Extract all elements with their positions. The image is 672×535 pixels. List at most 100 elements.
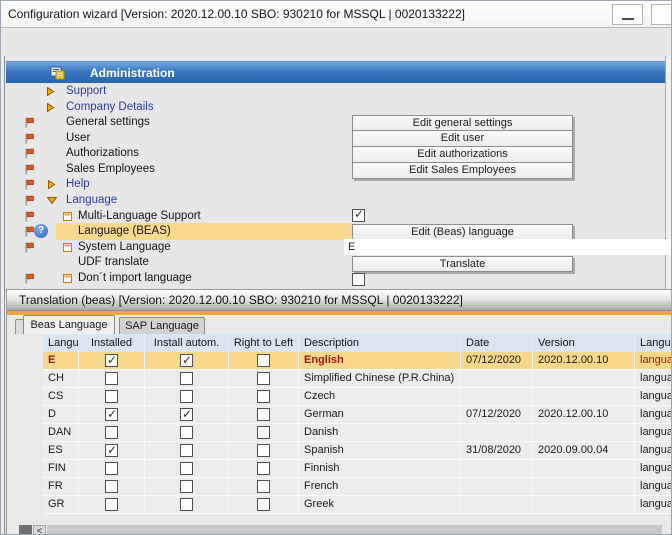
tree-item-label: Authorizations	[66, 147, 139, 159]
checkbox[interactable]	[105, 390, 118, 403]
tree-item-company-details[interactable]: Company Details	[6, 100, 665, 116]
checkbox[interactable]: ✓	[105, 408, 118, 421]
checkbox[interactable]	[257, 372, 270, 385]
cell-installed[interactable]	[79, 370, 145, 387]
chevron-right-icon[interactable]	[46, 103, 55, 115]
cell-installed[interactable]	[79, 460, 145, 477]
column-header-installed[interactable]: Installed	[79, 334, 145, 352]
checkbox[interactable]	[105, 426, 118, 439]
table-row-fr[interactable]: FRFrenchlanguage	[43, 478, 672, 496]
table-row-es[interactable]: ES✓Spanish31/08/20202020.09.00.04languag…	[43, 442, 672, 460]
window-button-clipped[interactable]	[651, 4, 672, 25]
checkbox[interactable]: ✓	[180, 354, 193, 367]
tab-sap-language[interactable]: SAP Language	[119, 317, 205, 334]
edit-authorizations-button[interactable]: Edit authorizations	[352, 147, 573, 163]
checkbox[interactable]	[257, 408, 270, 421]
checkbox[interactable]	[105, 372, 118, 385]
cell-right-to-left[interactable]	[229, 370, 299, 387]
checkbox[interactable]	[180, 372, 193, 385]
cell-install-autom[interactable]	[145, 442, 229, 459]
table-row-d[interactable]: D✓✓German07/12/20202020.12.00.10language	[43, 406, 672, 424]
column-header-language[interactable]: Language	[43, 334, 79, 352]
chevron-right-icon[interactable]	[47, 180, 56, 192]
chevron-right-icon[interactable]	[46, 87, 55, 99]
multi-language-support-checkbox[interactable]: ✓	[352, 209, 365, 222]
tree-item-label: Language	[66, 194, 117, 206]
checkbox[interactable]: ✓	[180, 408, 193, 421]
edit-beas-language-button[interactable]: Edit (Beas) language	[352, 224, 573, 240]
cell-right-to-left[interactable]	[229, 424, 299, 441]
cell-install-autom[interactable]	[145, 424, 229, 441]
cell-install-autom[interactable]	[145, 370, 229, 387]
cell-installed[interactable]: ✓	[79, 352, 145, 369]
checkbox[interactable]	[257, 354, 270, 367]
edit-sales-employees-button[interactable]: Edit Sales Employees	[352, 163, 573, 179]
checkbox[interactable]: ✓	[105, 354, 118, 367]
tree-item-don-t-import-language[interactable]: Don´t import language	[6, 271, 665, 287]
checkbox[interactable]	[257, 462, 270, 475]
table-row-ch[interactable]: CHSimplified Chinese (P.R.China)language	[43, 370, 672, 388]
tree-root-administration[interactable]: Administration	[6, 61, 665, 83]
checkbox[interactable]	[180, 462, 193, 475]
checkbox[interactable]	[105, 480, 118, 493]
tree-item-help[interactable]: Help	[6, 177, 665, 193]
minimize-button[interactable]	[612, 4, 643, 25]
cell-installed[interactable]	[79, 496, 145, 513]
checkbox[interactable]	[180, 480, 193, 493]
checkbox[interactable]	[257, 390, 270, 403]
column-header-date[interactable]: Date	[461, 334, 533, 352]
checkbox[interactable]	[105, 462, 118, 475]
cell-right-to-left[interactable]	[229, 442, 299, 459]
table-row-fin[interactable]: FINFinnishlanguage	[43, 460, 672, 478]
table-row-cs[interactable]: CSCzechlanguage	[43, 388, 672, 406]
cell-installed[interactable]	[79, 388, 145, 405]
column-header-install-autom[interactable]: Install autom.	[145, 334, 229, 352]
cell-right-to-left[interactable]	[229, 352, 299, 369]
tree-item-language[interactable]: Language	[6, 193, 665, 209]
checkbox[interactable]	[105, 498, 118, 511]
edit-user-button[interactable]: Edit user	[352, 131, 573, 147]
checkbox[interactable]	[180, 498, 193, 511]
checkbox[interactable]	[180, 390, 193, 403]
cell-install-autom[interactable]: ✓	[145, 406, 229, 423]
cell-right-to-left[interactable]	[229, 388, 299, 405]
window-titlebar[interactable]: Configuration wizard [Version: 2020.12.0…	[0, 0, 672, 28]
table-row-dan[interactable]: DANDanishlanguage	[43, 424, 672, 442]
table-row-e[interactable]: E✓✓English07/12/20202020.12.00.10languag…	[43, 352, 672, 370]
checkbox[interactable]	[180, 426, 193, 439]
cell-install-autom[interactable]	[145, 460, 229, 477]
checkbox[interactable]	[257, 426, 270, 439]
column-header-right-to-left[interactable]: Right to Left	[229, 334, 299, 352]
translate-button[interactable]: Translate	[352, 256, 573, 272]
scrollbar-corner[interactable]	[19, 525, 32, 535]
scroll-left-button[interactable]: <	[33, 525, 46, 535]
system-language-input[interactable]: E	[344, 239, 672, 255]
cell-install-autom[interactable]	[145, 478, 229, 495]
horizontal-scrollbar[interactable]	[47, 525, 662, 535]
cell-install-autom[interactable]	[145, 388, 229, 405]
cell-installed[interactable]	[79, 478, 145, 495]
cell-right-to-left[interactable]	[229, 496, 299, 513]
cell-right-to-left[interactable]	[229, 460, 299, 477]
tab-beas-language[interactable]: Beas Language	[23, 315, 115, 334]
cell-installed[interactable]	[79, 424, 145, 441]
column-header-language[interactable]: Language	[635, 334, 672, 352]
dont-import-language-checkbox[interactable]	[352, 273, 365, 286]
column-header-version[interactable]: Version	[533, 334, 635, 352]
cell-right-to-left[interactable]	[229, 478, 299, 495]
cell-right-to-left[interactable]	[229, 406, 299, 423]
table-row-gr[interactable]: GRGreeklanguage	[43, 496, 672, 514]
cell-install-autom[interactable]	[145, 496, 229, 513]
cell-installed[interactable]: ✓	[79, 406, 145, 423]
tree-item-support[interactable]: Support	[6, 84, 665, 100]
checkbox[interactable]	[257, 498, 270, 511]
edit-general-settings-button[interactable]: Edit general settings	[352, 115, 573, 131]
checkbox[interactable]	[257, 444, 270, 457]
checkbox[interactable]	[257, 480, 270, 493]
checkbox[interactable]	[180, 444, 193, 457]
column-header-description[interactable]: Description	[299, 334, 461, 352]
cell-installed[interactable]: ✓	[79, 442, 145, 459]
chevron-down-icon[interactable]	[47, 196, 57, 208]
cell-install-autom[interactable]: ✓	[145, 352, 229, 369]
checkbox[interactable]: ✓	[105, 444, 118, 457]
